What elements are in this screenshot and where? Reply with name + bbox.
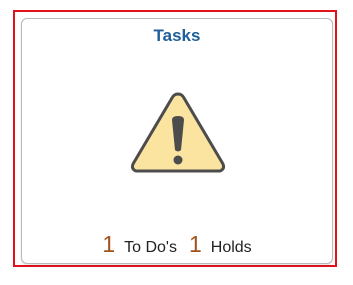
warning-icon (130, 92, 226, 173)
task-counts: 1 To Do's 1 Holds (22, 231, 332, 258)
holds-count: 1 (188, 231, 202, 257)
tile-title: Tasks (153, 26, 201, 45)
holds-label: Holds (210, 239, 252, 256)
exclamation-dot (173, 155, 183, 165)
tasks-tile[interactable]: Tasks 1 To Do's 1 Holds (21, 18, 333, 264)
todo-count: 1 (102, 231, 116, 257)
todo-label: To Do's (124, 239, 177, 256)
page: Tasks 1 To Do's 1 Holds (0, 0, 353, 285)
